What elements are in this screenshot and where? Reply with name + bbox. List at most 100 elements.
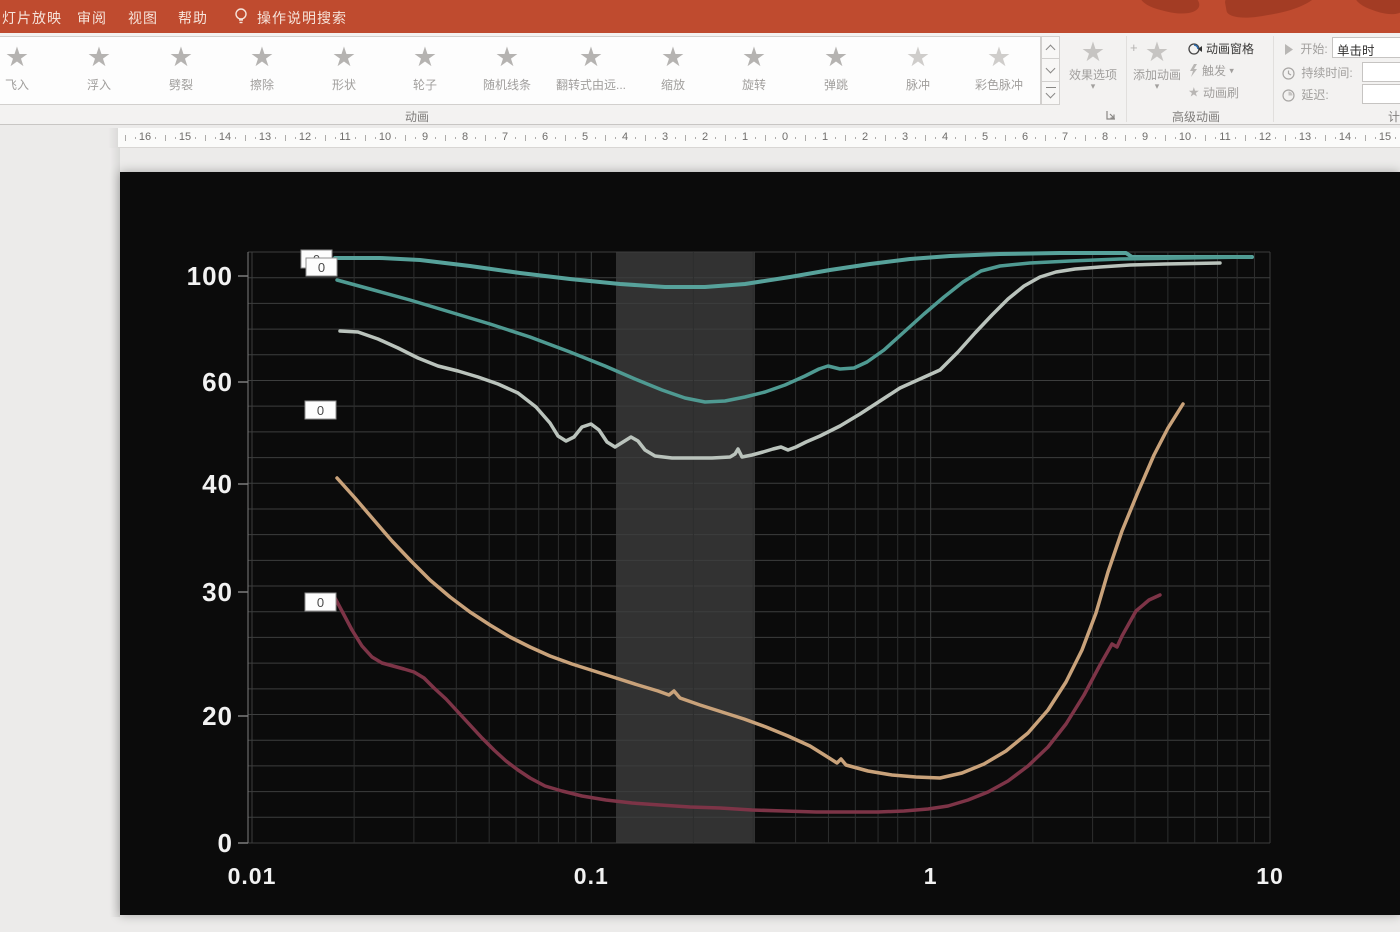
ruler-number: 15: [1378, 131, 1392, 143]
animation-effect-item[interactable]: ★ 旋转: [715, 40, 793, 102]
ruler-tick: [835, 137, 836, 139]
ruler-tick: [365, 135, 366, 141]
animation-star-icon: ★: [168, 42, 194, 72]
ruler-number: 4: [941, 131, 949, 143]
ruler-tick: [515, 137, 516, 139]
ruler-tick: [525, 135, 526, 141]
ruler-left-shadow: [108, 128, 118, 148]
ruler-tick: [415, 137, 416, 139]
animation-painter-button[interactable]: ★ 动画刷: [1188, 84, 1274, 104]
duration-input[interactable]: [1362, 62, 1400, 82]
ruler-number: 6: [1021, 131, 1029, 143]
titlebar-decoration: [1352, 0, 1400, 20]
ruler-tick: [1015, 137, 1016, 139]
ruler-tick: [245, 135, 246, 141]
ruler-tick: [725, 135, 726, 141]
ruler-tick: [895, 137, 896, 139]
animation-effect-item[interactable]: ★ 形状: [305, 40, 383, 102]
animation-effect-item[interactable]: ★ 彩色脉冲: [960, 40, 1038, 102]
gallery-scroll-up-button[interactable]: [1041, 36, 1060, 59]
start-label: 开始:: [1300, 42, 1328, 56]
animation-effect-item[interactable]: ★ 轮子: [386, 40, 464, 102]
ruler-tick: [355, 137, 356, 139]
animation-effect-item[interactable]: ★ 随机线条: [468, 40, 546, 102]
ruler-tick: [965, 135, 966, 141]
ruler-number: 10: [378, 131, 392, 143]
effect-options-label: 效果选项: [1068, 68, 1117, 82]
ruler-number: 7: [501, 131, 509, 143]
menu-tab-1[interactable]: 审阅: [77, 8, 107, 28]
ruler-number: 1: [741, 131, 749, 143]
delay-input[interactable]: [1362, 84, 1400, 104]
ruler-tick: [855, 137, 856, 139]
ruler-tick: [1245, 135, 1246, 141]
ruler-number: 8: [1101, 131, 1109, 143]
menu-tab-2[interactable]: 视图: [128, 8, 158, 28]
animation-star-icon: ★: [331, 42, 357, 72]
badge-number: 0: [318, 260, 325, 275]
animation-effect-item[interactable]: ★ 浮入: [60, 40, 138, 102]
animation-star-icon: ★: [986, 42, 1012, 72]
ribbon-animations-tab: ★ 飞入 ★ 浮入 ★ 劈裂 ★ 擦除 ★ 形状 ★ 轮子 ★ 随机线条 ★ 翻转式由远... ★ 缩放 ★ 旋转 ★ 弹…: [0, 33, 1400, 125]
play-icon: [1285, 44, 1293, 56]
add-animation-label: 添加动画: [1132, 68, 1181, 82]
animation-effect-item[interactable]: ★ 擦除: [223, 40, 301, 102]
title-bar: 灯片放映 审阅 视图 帮助 操作说明搜索: [0, 0, 1400, 33]
ruler-tick: [1285, 135, 1286, 141]
ruler-tick: [1095, 137, 1096, 139]
trigger-button[interactable]: 触发 ▾: [1188, 62, 1274, 82]
animation-effect-label: 擦除: [249, 78, 274, 92]
ruler-tick: [135, 137, 136, 139]
dialog-launcher-icon[interactable]: [1105, 109, 1118, 122]
ruler-tick: [1235, 137, 1236, 139]
ruler-tick: [685, 135, 686, 141]
ruler-tick: [735, 137, 736, 139]
ruler-number: 6: [541, 131, 549, 143]
animation-effect-item[interactable]: ★ 翻转式由远...: [552, 40, 630, 102]
ruler-tick: [1115, 137, 1116, 139]
chevron-down-icon: [1045, 63, 1056, 74]
animation-effect-item[interactable]: ★ 飞入: [0, 40, 56, 102]
y-axis-label: 40: [202, 469, 233, 499]
animation-effect-label: 随机线条: [482, 78, 531, 92]
ruler-tick: [195, 137, 196, 139]
animation-order-badge[interactable]: 0: [304, 592, 337, 612]
group-label-advanced-animation: 高级动画: [1172, 110, 1221, 124]
ruler-tick: [565, 135, 566, 141]
gallery-scroll-controls: [1041, 36, 1060, 105]
tell-me-search[interactable]: 操作说明搜索: [257, 8, 347, 28]
animation-effect-item[interactable]: ★ 缩放: [634, 40, 712, 102]
ruler-tick: [885, 135, 886, 141]
y-axis-label: 60: [202, 367, 233, 397]
animation-pane-button[interactable]: 动画窗格: [1188, 40, 1274, 60]
gallery-scroll-down-button[interactable]: [1041, 59, 1060, 82]
animation-star-icon: ★: [249, 42, 275, 72]
animation-star-icon: ★: [4, 42, 30, 72]
menu-tab-3[interactable]: 帮助: [178, 8, 208, 28]
effect-options-button[interactable]: ★ 效果选项 ▾: [1062, 36, 1124, 104]
trigger-bolt-icon: [1190, 64, 1197, 77]
ruler-tick: [695, 137, 696, 139]
ruler-tick: [1365, 135, 1366, 141]
animation-order-badge[interactable]: 0: [305, 257, 338, 277]
animation-effect-item[interactable]: ★ 劈裂: [142, 40, 220, 102]
start-combobox[interactable]: 单击时: [1332, 37, 1400, 58]
animation-star-icon: ★: [741, 42, 767, 72]
animation-effect-item[interactable]: ★ 弹跳: [797, 40, 875, 102]
x-axis-label: 0.01: [228, 863, 277, 889]
ruler-tick: [1295, 137, 1296, 139]
menu-tab-0[interactable]: 灯片放映: [2, 8, 62, 28]
editing-workspace: 16 15 14 13 12 11 10 9 8 7 6 5 4 3 2 1 0 1 2 3 4 5 6 7 8 9 10 11 12 1…: [0, 126, 1400, 932]
ruler-tick: [1165, 135, 1166, 141]
animation-effect-item[interactable]: ★ 脉冲: [879, 40, 957, 102]
animation-effect-label: 形状: [331, 78, 356, 92]
ruler-number: 4: [621, 131, 629, 143]
animation-order-badge[interactable]: 0: [304, 400, 337, 420]
add-animation-button[interactable]: ★ + 添加动画 ▾: [1128, 36, 1186, 104]
animation-star-icon: ★: [86, 42, 112, 72]
ruler-tick: [1315, 137, 1316, 139]
slide-canvas[interactable]: 1006040302000.010.11100000: [120, 172, 1400, 915]
animation-effect-label: 飞入: [4, 78, 29, 92]
gallery-more-button[interactable]: [1041, 82, 1060, 105]
ruler-tick: [335, 137, 336, 139]
